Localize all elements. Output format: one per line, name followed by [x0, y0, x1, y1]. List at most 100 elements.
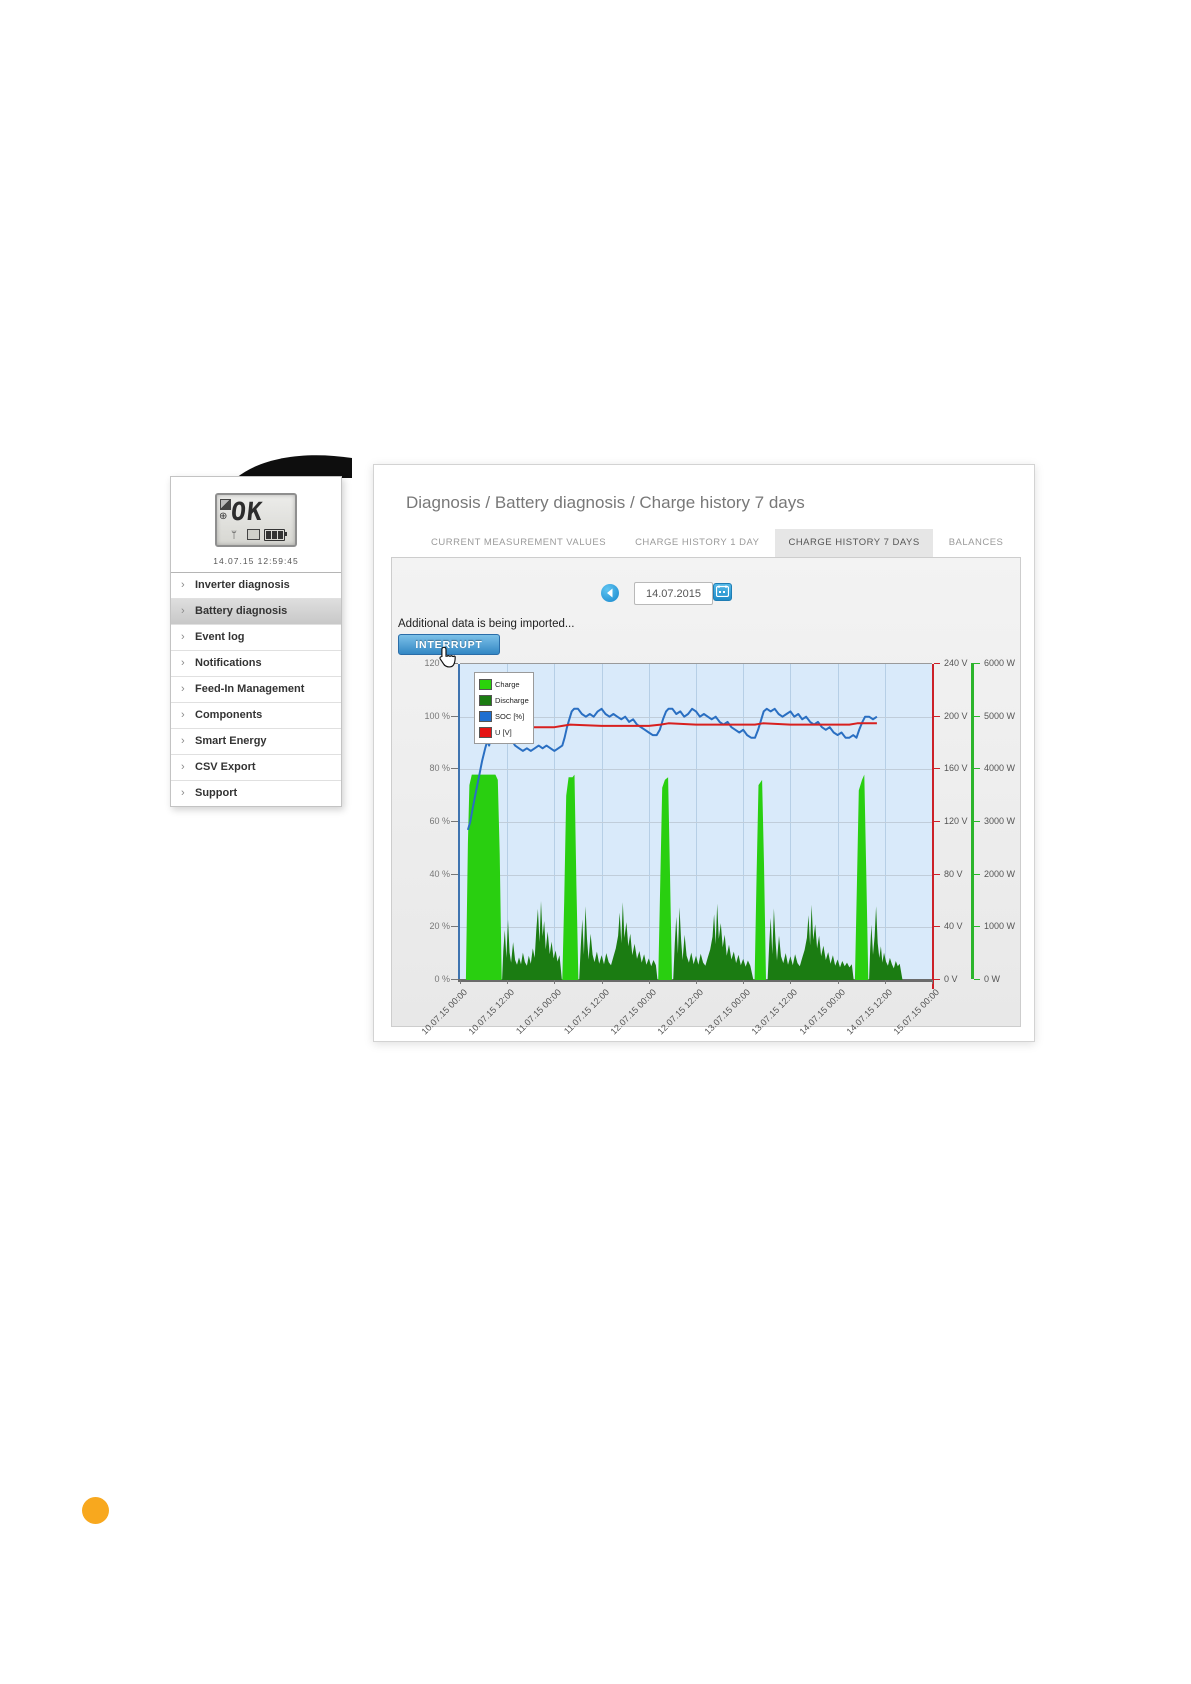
time-axis-tick	[743, 980, 745, 984]
time-axis-tick	[696, 980, 697, 984]
meter-icon	[247, 529, 260, 540]
soc-axis-tick-label: 60 %	[429, 816, 450, 826]
page-bullet	[82, 1497, 109, 1524]
voltage-axis-line	[932, 664, 934, 990]
power-axis-tick-label: 5000 W	[984, 710, 1016, 721]
legend-entry: Charge	[479, 676, 529, 692]
power-axis-tick-label: 3000 W	[984, 816, 1016, 826]
sidebar-item-label: Event log	[195, 631, 245, 643]
tab-bar: CURRENT MEASUREMENT VALUES CHARGE HISTORY…	[418, 529, 1019, 557]
power-axis-tick-label: 0 W	[984, 974, 1001, 984]
sidebar-item-feed-in-management[interactable]: › Feed-In Management	[171, 676, 341, 702]
date-input[interactable]	[634, 582, 713, 605]
previous-day-button[interactable]	[601, 584, 619, 602]
sidebar-item-label: Support	[195, 787, 238, 799]
breadcrumb: Diagnosis / Battery diagnosis / Charge h…	[406, 493, 805, 512]
voltage-axis-tick	[934, 768, 940, 770]
soc-axis-tick-label: 20 %	[429, 921, 450, 932]
hand-cursor-icon	[439, 646, 456, 668]
page: ⊕ OK ᛘ 14.07.15 12:59:45 › Inverter diagn…	[0, 0, 1191, 1684]
chevron-right-icon: ›	[181, 683, 185, 695]
time-axis-tick	[837, 980, 839, 984]
tab-charge-history-7-days[interactable]: CHARGE HISTORY 7 DAYS	[775, 529, 933, 557]
soc-axis-tick	[451, 768, 458, 770]
legend-label: U [V]	[495, 727, 512, 737]
time-axis-tick	[460, 980, 461, 984]
voltage-axis-tick-label: 240 V	[944, 658, 968, 668]
legend-swatch	[479, 694, 492, 706]
globe-icon: ⊕	[219, 511, 228, 522]
power-axis-tick	[974, 873, 980, 875]
time-axis-tick	[932, 980, 933, 984]
calendar-button[interactable]	[713, 583, 732, 601]
legend-entry: Discharge	[479, 692, 529, 708]
sidebar-item-label: CSV Export	[195, 761, 256, 773]
voltage-axis-tick	[934, 715, 940, 717]
voltage-axis-tick	[934, 926, 940, 928]
sidebar-item-notifications[interactable]: › Notifications	[171, 650, 341, 676]
soc-axis-tick	[451, 715, 458, 717]
chevron-right-icon: ›	[181, 605, 185, 617]
power-axis-tick	[974, 768, 980, 770]
legend-swatch	[479, 678, 492, 690]
legend-label: SOC [%]	[495, 711, 525, 721]
sidebar-item-label: Battery diagnosis	[195, 605, 288, 617]
sidebar-item-label: Notifications	[195, 657, 262, 669]
sidebar-item-label: Inverter diagnosis	[195, 579, 290, 591]
sidebar-item-inverter-diagnosis[interactable]: › Inverter diagnosis	[171, 573, 341, 598]
device-display: ⊕ OK ᛘ 14.07.15 12:59:45	[171, 477, 341, 573]
chart-panel: Additional data is being imported... INT…	[391, 557, 1021, 1037]
device-status-text: OK	[229, 497, 265, 526]
import-status-text: Additional data is being imported...	[398, 618, 575, 630]
soc-axis-tick	[451, 979, 458, 980]
time-axis-tick	[790, 980, 792, 984]
chevron-right-icon: ›	[181, 735, 185, 747]
legend-swatch	[479, 710, 492, 722]
sidebar-item-smart-energy[interactable]: › Smart Energy	[171, 728, 341, 754]
sidebar-item-label: Feed-In Management	[195, 683, 305, 695]
soc-axis-tick-label: 80 %	[429, 763, 450, 774]
device-lcd-screen: ⊕ OK ᛘ	[215, 493, 297, 547]
voltage-axis-tick-label: 160 V	[944, 763, 968, 774]
sidebar-item-battery-diagnosis[interactable]: › Battery diagnosis	[171, 598, 341, 624]
voltage-axis-tick	[934, 663, 940, 664]
legend-label: Discharge	[495, 695, 529, 705]
sidebar-item-components[interactable]: › Components	[171, 702, 341, 728]
solar-panel-icon	[220, 499, 231, 510]
tab-current-measurement-values[interactable]: CURRENT MEASUREMENT VALUES	[418, 529, 619, 557]
chevron-right-icon: ›	[181, 579, 185, 591]
soc-axis-tick	[451, 821, 458, 822]
chevron-left-icon	[607, 588, 613, 598]
series-discharge	[502, 901, 903, 980]
calendar-icon	[715, 585, 730, 598]
chart-legend: Charge Discharge SOC [%] U [V]	[474, 672, 534, 744]
chevron-right-icon: ›	[181, 709, 185, 721]
legend-label: Charge	[495, 679, 520, 689]
series-u-v-	[492, 722, 877, 740]
device-timestamp: 14.07.15 12:59:45	[213, 556, 299, 566]
legend-entry: U [V]	[479, 724, 529, 740]
sidebar-item-csv-export[interactable]: › CSV Export	[171, 754, 341, 780]
time-axis-tick	[507, 980, 509, 984]
chevron-right-icon: ›	[181, 657, 185, 669]
chevron-right-icon: ›	[181, 787, 185, 799]
voltage-axis-tick	[934, 873, 940, 875]
voltage-axis-tick-label: 200 V	[944, 710, 968, 721]
soc-axis-tick	[451, 926, 458, 928]
legend-swatch	[479, 726, 492, 738]
voltage-axis-tick-label: 120 V	[944, 816, 968, 826]
power-axis-tick	[974, 663, 980, 664]
battery-icon	[264, 529, 287, 541]
tab-balances[interactable]: BALANCES	[936, 529, 1017, 557]
tab-charge-history-1-day[interactable]: CHARGE HISTORY 1 DAY	[622, 529, 772, 557]
power-axis-tick-label: 1000 W	[984, 921, 1016, 932]
power-axis-tick	[974, 821, 980, 822]
soc-axis-tick-label: 0 %	[434, 974, 450, 984]
power-axis-tick	[974, 979, 980, 980]
sidebar-item-event-log[interactable]: › Event log	[171, 624, 341, 650]
voltage-axis-tick-label: 80 V	[944, 868, 963, 879]
voltage-axis-tick-label: 0 V	[944, 974, 958, 984]
power-axis-tick	[974, 715, 980, 717]
legend-entry: SOC [%]	[479, 708, 529, 724]
sidebar-item-support[interactable]: › Support	[171, 780, 341, 806]
